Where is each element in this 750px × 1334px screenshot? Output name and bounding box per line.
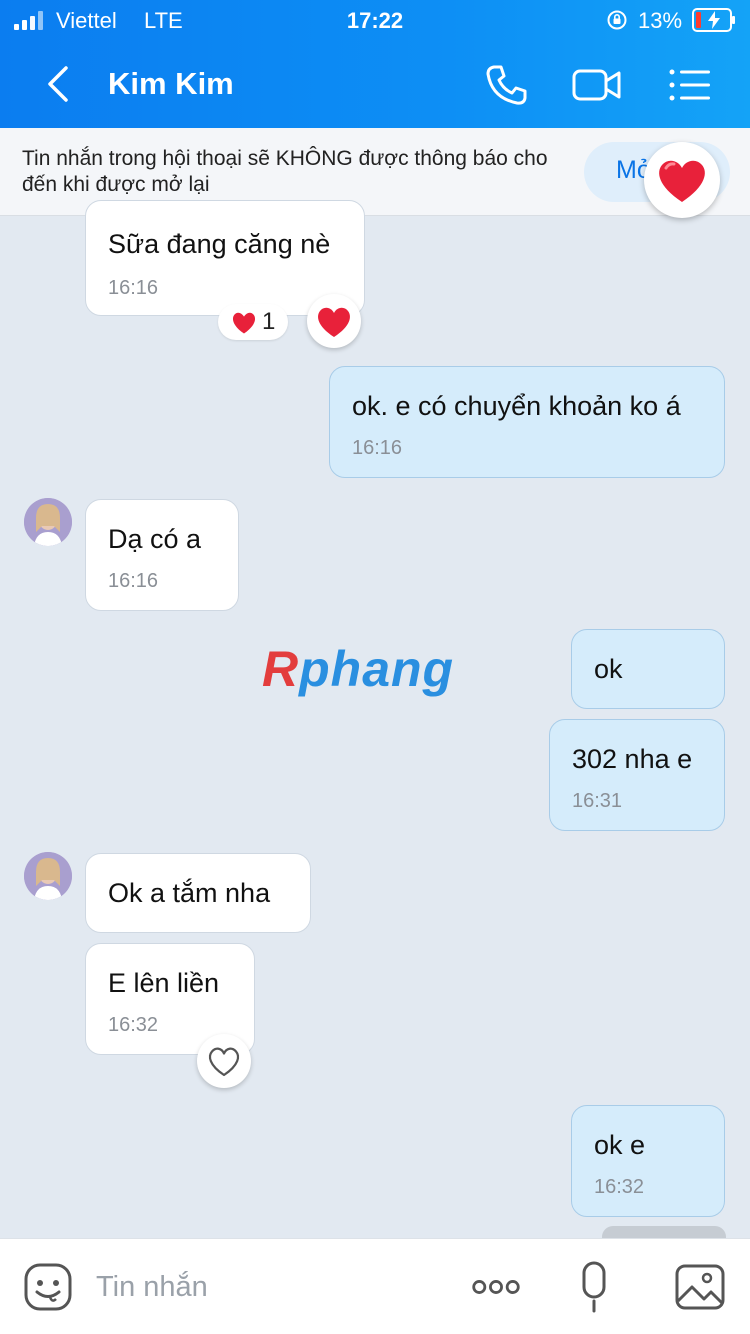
message-bubble-outgoing[interactable]: ok e 16:32: [571, 1105, 725, 1217]
message-time: 16:32: [108, 1014, 159, 1036]
react-button[interactable]: [197, 1034, 251, 1088]
heart-outline-icon: [208, 1047, 240, 1077]
message-bubble-outgoing[interactable]: ok. e có chuyển khoản ko á 16:16: [329, 366, 725, 478]
message-bubble-incoming[interactable]: Dạ có a 16:16: [85, 499, 239, 611]
message-time: 16:16: [108, 570, 159, 592]
menu-list-icon[interactable]: [666, 60, 716, 110]
mute-notice-text: Tin nhắn trong hội thoại sẽ KHÔNG được t…: [22, 147, 548, 196]
watermark-logo: Rphang: [262, 641, 455, 697]
message-text: Ok a tắm nha: [108, 878, 271, 908]
react-button[interactable]: [307, 294, 361, 348]
message-text: ok e: [594, 1130, 646, 1160]
phone-icon[interactable]: [482, 60, 532, 110]
status-bar: Viettel LTE 17:22 13%: [0, 0, 750, 42]
reaction-summary[interactable]: 1: [218, 304, 288, 340]
message-text: Dạ có a: [108, 524, 202, 554]
video-call-icon[interactable]: [572, 60, 622, 110]
reaction-count: 1: [262, 308, 276, 335]
message-time: 16:16: [352, 437, 403, 459]
emoji-icon[interactable]: [22, 1261, 74, 1313]
message-composer: Tin nhắn: [0, 1238, 750, 1334]
microphone-icon[interactable]: [568, 1261, 620, 1313]
more-dots-icon[interactable]: [470, 1261, 522, 1313]
message-bubble-incoming[interactable]: Ok a tắm nha: [85, 853, 311, 933]
message-time: 16:16: [108, 277, 159, 299]
chevron-left-icon[interactable]: [40, 64, 76, 104]
message-text: Sữa đang căng nè: [108, 229, 331, 259]
avatar[interactable]: [24, 498, 72, 546]
message-time: 16:31: [572, 790, 623, 812]
battery-icon: [692, 8, 735, 32]
message-text: ok: [594, 654, 623, 684]
contact-name[interactable]: Kim Kim: [108, 66, 234, 102]
message-bubble-outgoing[interactable]: 302 nha e 16:31: [549, 719, 725, 831]
quick-reaction-heart-button[interactable]: [644, 142, 720, 218]
message-text: E lên liền: [108, 968, 220, 998]
app-header: Viettel LTE 17:22 13% Kim Kim: [0, 0, 750, 128]
message-text: 302 nha e: [572, 744, 693, 774]
message-bubble-outgoing[interactable]: ok: [571, 629, 725, 709]
heart-icon: [659, 160, 705, 202]
message-time: 16:32: [594, 1176, 645, 1198]
message-text: ok. e có chuyển khoản ko á: [352, 391, 681, 421]
rotation-lock-icon: [607, 10, 627, 30]
heart-icon: [232, 312, 256, 334]
battery-percent: 13%: [638, 8, 683, 33]
image-icon[interactable]: [674, 1261, 726, 1313]
message-input[interactable]: Tin nhắn: [96, 1271, 208, 1304]
heart-icon: [318, 307, 350, 337]
avatar[interactable]: [24, 852, 72, 900]
